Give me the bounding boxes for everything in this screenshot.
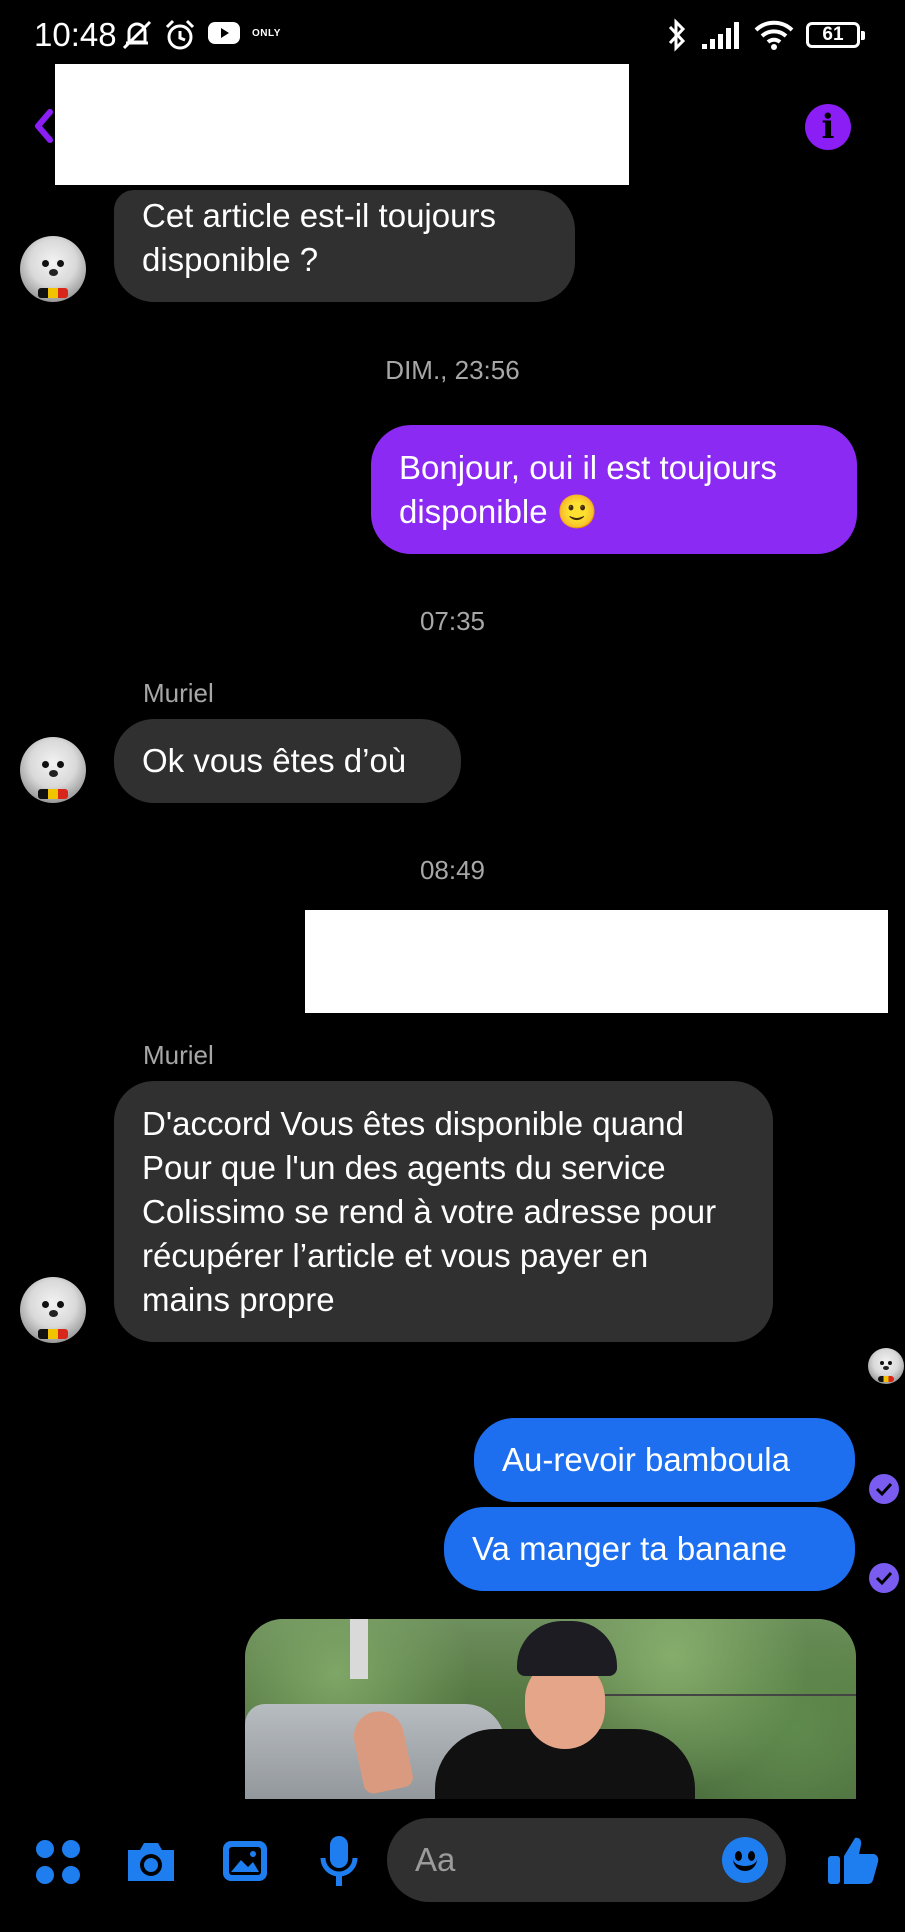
gallery-icon[interactable] (220, 1836, 270, 1886)
wifi-icon (754, 20, 794, 50)
outgoing-message[interactable]: Va manger ta banane (444, 1507, 855, 1591)
only-label: ONLY (252, 28, 281, 39)
incoming-message[interactable]: D'accord Vous êtes disponible quand Pour… (114, 1081, 773, 1342)
bluetooth-icon (668, 18, 686, 52)
thumbs-up-icon[interactable] (825, 1834, 879, 1888)
timestamp: 08:49 (419, 855, 486, 885)
sender-name: Muriel (143, 678, 214, 708)
battery-level: 61 (822, 24, 844, 45)
emoji-icon[interactable] (722, 1837, 768, 1883)
youtube-icon (208, 22, 240, 44)
composer-bar (0, 1800, 905, 1932)
sender-name: Muriel (143, 1040, 214, 1070)
read-receipt-avatar (868, 1348, 904, 1384)
signal-icon (702, 22, 739, 49)
delivered-check-icon (869, 1474, 899, 1504)
contact-avatar[interactable] (20, 737, 86, 803)
message-composer[interactable] (387, 1818, 786, 1902)
redacted-message (305, 910, 888, 1013)
timestamp: 07:35 (419, 606, 486, 636)
outgoing-message[interactable]: Bonjour, oui il est toujours disponible … (371, 425, 857, 554)
incoming-message[interactable]: Cet article est-il toujours disponible ? (114, 190, 575, 302)
battery-icon: 61 (806, 22, 865, 48)
gif-message[interactable] (245, 1619, 856, 1799)
outgoing-message[interactable]: Au-revoir bamboula (474, 1418, 855, 1502)
incoming-message[interactable]: Ok vous êtes d’où (114, 719, 461, 803)
conversation-header (0, 64, 905, 190)
status-time: 10:48 (34, 16, 117, 53)
message-input[interactable] (415, 1818, 715, 1902)
delivered-check-icon (869, 1563, 899, 1593)
info-icon[interactable]: i (805, 104, 851, 150)
back-arrow-icon[interactable] (30, 106, 56, 146)
status-bar: 10:48 ONLY 61 (0, 0, 905, 70)
timestamp: DIM., 23:56 (385, 355, 520, 385)
alarm-icon (165, 19, 195, 50)
camera-icon[interactable] (124, 1838, 178, 1886)
apps-grid-icon[interactable] (34, 1838, 82, 1886)
contact-avatar[interactable] (20, 1277, 86, 1343)
muted-bell-icon (122, 20, 152, 50)
redacted-contact-name (55, 64, 629, 185)
contact-avatar[interactable] (20, 236, 86, 302)
microphone-icon[interactable] (318, 1834, 360, 1890)
